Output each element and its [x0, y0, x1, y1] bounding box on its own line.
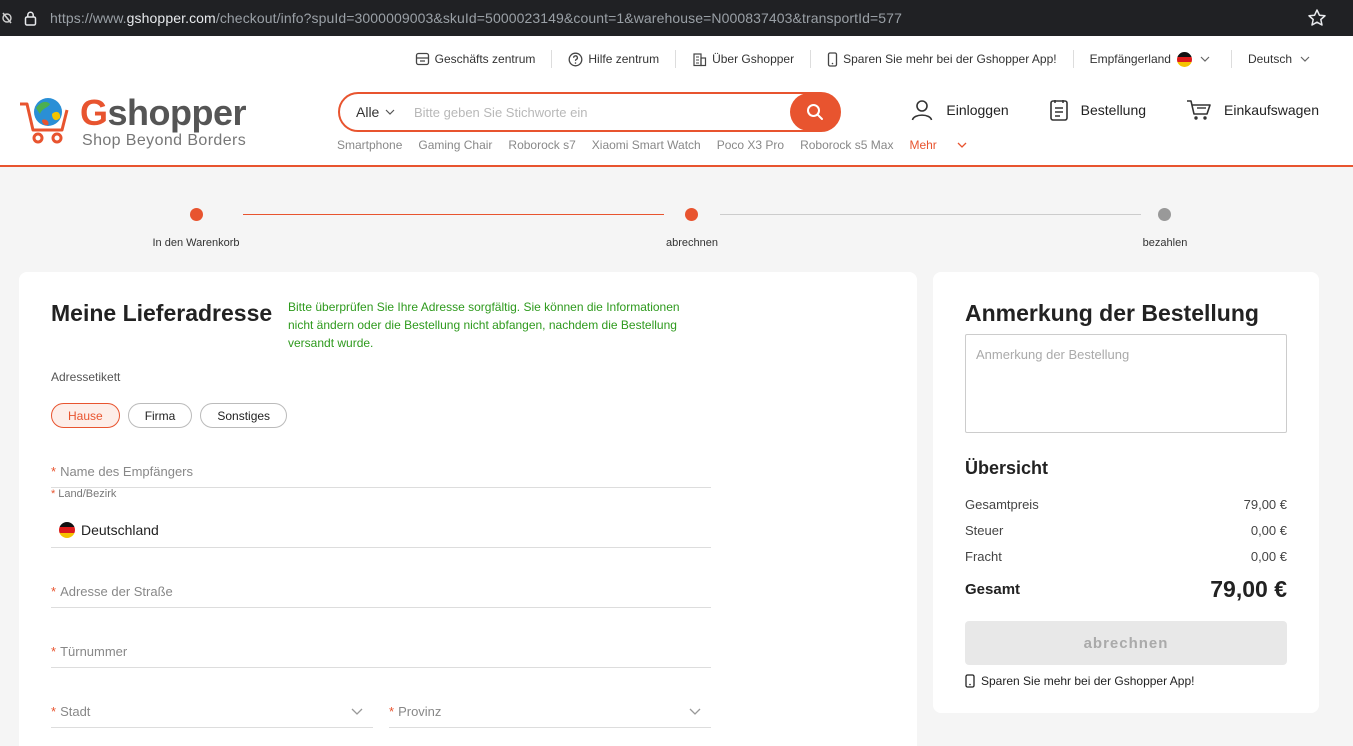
orders-button[interactable]: Bestellung [1049, 98, 1146, 122]
order-note-input[interactable] [965, 334, 1287, 433]
phone-icon [965, 674, 975, 688]
summary-line-shipping: Fracht 0,00 € [965, 549, 1287, 564]
help-center-link[interactable]: Hilfe zentrum [552, 50, 677, 68]
language-selector[interactable]: Deutsch [1232, 50, 1315, 68]
step-connector-done [243, 214, 664, 215]
step-label: In den Warenkorb [152, 237, 240, 249]
globe-cart-logo-icon [20, 98, 69, 144]
app-promo-link[interactable]: Sparen Sie mehr bei der Gshopper App! [811, 50, 1074, 68]
street-address-field[interactable]: * Adresse der Straße [51, 568, 711, 608]
germany-flag-icon [1176, 51, 1192, 67]
step-label: abrechnen [666, 237, 718, 249]
hot-keyword[interactable]: Gaming Chair [418, 138, 492, 152]
checkout-button[interactable]: abrechnen [965, 621, 1287, 665]
url-text[interactable]: https://www.gshopper.com/checkout/info?s… [50, 10, 902, 26]
step-dot-cart [190, 208, 203, 221]
hot-keyword[interactable]: Xiaomi Smart Watch [592, 138, 701, 152]
summary-line-tax: Steuer 0,00 € [965, 523, 1287, 538]
site-header: Geschäfts zentrum Hilfe zentrum Über Gsh… [0, 36, 1353, 167]
chevron-down-icon [351, 708, 363, 715]
login-button[interactable]: Einloggen [910, 98, 1009, 122]
hot-keyword[interactable]: Poco X3 Pro [717, 138, 784, 152]
chevron-down-icon [385, 109, 395, 115]
tag-company[interactable]: Firma [127, 403, 193, 428]
country-field[interactable]: * Land/Bezirk Deutschland [51, 488, 711, 548]
hot-keyword[interactable]: Smartphone [337, 138, 402, 152]
search-button[interactable] [790, 93, 840, 131]
about-link[interactable]: Über Gshopper [676, 50, 812, 68]
user-icon [912, 100, 933, 121]
recipient-name-field[interactable]: * Name des Empfängers [51, 448, 711, 488]
step-connector-pending [720, 214, 1141, 215]
gshopper-logo[interactable]: Gshopper Shop Beyond Borders [18, 92, 258, 152]
header-actions: Einloggen Bestellung Einkaufswagen [870, 98, 1319, 122]
search-category-select[interactable]: Alle [340, 104, 414, 120]
phone-icon [827, 51, 838, 67]
checkout-stepper: In den Warenkorb abrechnen bezahlen [0, 200, 1353, 260]
step-dot-pay [1158, 208, 1171, 221]
hot-keyword[interactable]: Roborock s7 [508, 138, 575, 152]
chevron-down-icon [1300, 56, 1310, 62]
address-title: Meine Lieferadresse [51, 300, 273, 326]
logo-tagline: Shop Beyond Borders [82, 132, 247, 149]
summary-total: Gesamt 79,00 € [965, 576, 1287, 602]
city-select[interactable]: * Stadt [51, 688, 373, 728]
summary-line-subtotal: Gesamtpreis 79,00 € [965, 497, 1287, 512]
search-bar: Alle [338, 92, 841, 132]
building-icon [693, 52, 707, 66]
step-label: bezahlen [1142, 237, 1188, 249]
cart-button[interactable]: Einkaufswagen [1186, 99, 1319, 121]
search-input[interactable] [414, 104, 790, 120]
chevron-down-icon [1200, 56, 1210, 62]
chevron-down-icon [689, 708, 701, 715]
order-note-title: Anmerkung der Bestellung [965, 300, 1259, 326]
delivery-address-card: Meine Lieferadresse Bitte überprüfen Sie… [19, 272, 917, 746]
hot-keyword[interactable]: Roborock s5 Max [800, 138, 893, 152]
tag-home[interactable]: Hause [51, 403, 120, 428]
lock-icon[interactable] [22, 10, 38, 26]
order-list-icon [1049, 100, 1068, 121]
tag-other[interactable]: Sonstiges [200, 403, 288, 428]
address-notice: Bitte überprüfen Sie Ihre Adresse sorgfä… [288, 300, 680, 350]
address-tag-title: Adressetikett [51, 370, 121, 384]
bookmark-star-icon[interactable] [1307, 8, 1327, 28]
germany-flag-icon [59, 522, 75, 538]
more-keywords-button[interactable]: Mehr [909, 138, 967, 152]
help-icon [568, 52, 583, 66]
province-select[interactable]: * Provinz [389, 688, 711, 728]
shopping-cart-icon [1187, 100, 1211, 120]
app-promo-note[interactable]: Sparen Sie mehr bei der Gshopper App! [965, 674, 1194, 688]
hot-keywords: Smartphone Gaming Chair Roborock s7 Xiao… [337, 138, 983, 152]
business-center-link[interactable]: Geschäfts zentrum [399, 50, 553, 68]
address-tag-group: Hause Firma Sonstiges [51, 403, 295, 428]
store-icon [415, 52, 429, 66]
country-selector[interactable]: Empfängerland [1074, 50, 1232, 68]
browser-address-bar: https://www.gshopper.com/checkout/info?s… [0, 0, 1353, 36]
chevron-down-icon [957, 142, 967, 148]
search-icon [807, 104, 823, 120]
top-navigation: Geschäfts zentrum Hilfe zentrum Über Gsh… [399, 50, 1315, 68]
site-info-icon[interactable] [0, 11, 14, 25]
total-amount: 79,00 € [1210, 576, 1287, 602]
order-summary-card: Anmerkung der Bestellung Übersicht Gesam… [933, 272, 1319, 713]
summary-title: Übersicht [965, 458, 1049, 478]
step-dot-checkout [685, 208, 698, 221]
door-number-field[interactable]: * Türnummer [51, 628, 711, 668]
